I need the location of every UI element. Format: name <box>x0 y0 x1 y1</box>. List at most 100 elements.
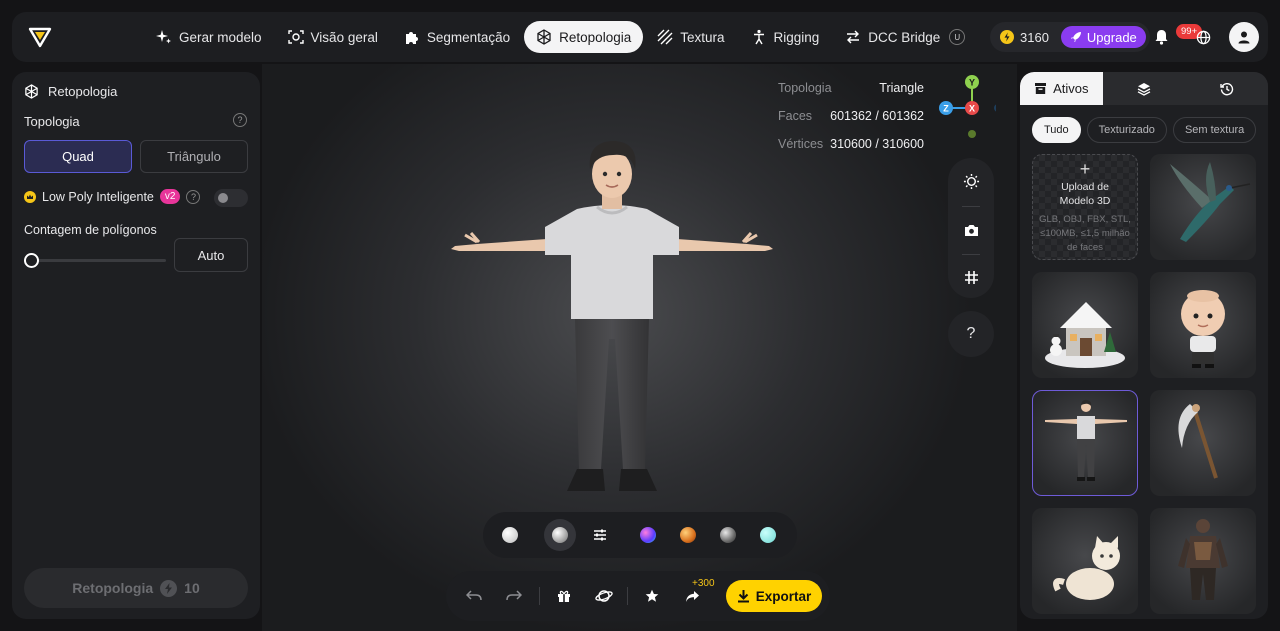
nav-textura[interactable]: Textura <box>645 21 736 53</box>
asset-card-scythe[interactable] <box>1150 390 1256 496</box>
grid-icon[interactable] <box>960 266 982 288</box>
user-avatar-icon[interactable] <box>1229 22 1259 52</box>
upload-3d-model-card[interactable]: + Upload de Modelo 3D GLB, OBJ, FBX, STL… <box>1032 154 1138 260</box>
filter-sem-textura[interactable]: Sem textura <box>1172 117 1257 143</box>
lowpoly-toggle[interactable] <box>214 189 248 207</box>
metal-material-swatch[interactable] <box>720 527 736 543</box>
layers-icon <box>1137 82 1151 96</box>
run-label: Retopologia <box>72 580 154 596</box>
asset-card-baby-character[interactable] <box>1150 272 1256 378</box>
sparkle-icon <box>156 30 171 44</box>
rig-person-icon <box>753 29 764 45</box>
version-badge: v2 <box>159 189 181 204</box>
asset-card-hummingbird[interactable] <box>1150 154 1256 260</box>
orange-material-swatch[interactable] <box>680 527 696 543</box>
planet-icon[interactable] <box>594 586 614 606</box>
upload-title: Upload de Modelo 3D <box>1059 181 1111 207</box>
export-button[interactable]: Exportar <box>726 580 822 612</box>
unreal-icon: U <box>949 29 966 45</box>
asset-card-t-pose-man[interactable] <box>1032 390 1138 496</box>
clay-material-swatch[interactable] <box>552 527 568 543</box>
quad-option-button[interactable]: Quad <box>24 140 132 173</box>
stat-vertices: Vértices 310600 / 310600 <box>778 130 924 158</box>
tab-ativos[interactable]: Ativos <box>1020 72 1103 105</box>
history-icon <box>1219 82 1233 95</box>
upgrade-button[interactable]: Upgrade <box>1060 26 1146 48</box>
polycount-slider-track[interactable] <box>26 259 166 262</box>
polycount-auto-button[interactable]: Auto <box>174 238 248 272</box>
mesh-stats: Topologia Triangle Faces 601362 / 601362… <box>778 74 924 158</box>
tab-label: Ativos <box>1053 81 1089 96</box>
redo-icon[interactable] <box>504 586 524 606</box>
crown-icon <box>24 190 36 203</box>
filter-texturizado[interactable]: Texturizado <box>1086 117 1167 143</box>
triangle-option-button[interactable]: Triângulo <box>140 140 248 173</box>
material-bar <box>483 512 797 558</box>
light-icon[interactable] <box>960 170 982 192</box>
cyan-material-swatch[interactable] <box>760 527 776 543</box>
axis-gizmo[interactable]: Y Z X <box>936 72 996 142</box>
credits-count: 3160 <box>1020 29 1049 45</box>
gift-icon[interactable] <box>554 586 574 606</box>
star-icon[interactable] <box>642 586 662 606</box>
run-retopology-button[interactable]: Retopologia 10 <box>24 568 248 608</box>
upgrade-label: Upgrade <box>1086 29 1137 45</box>
polycount-label: Contagem de polígonos <box>24 223 157 237</box>
asset-card-armored-warrior[interactable] <box>1150 508 1256 614</box>
topology-help-icon[interactable]: ? <box>233 113 247 127</box>
retopo-icon <box>537 29 551 45</box>
3d-viewport[interactable]: Topologia Triangle Faces 601362 / 601362… <box>262 64 1017 631</box>
retopo-icon <box>25 84 38 99</box>
undo-icon[interactable] <box>464 586 484 606</box>
stat-key: Vértices <box>778 137 824 151</box>
nav-label: Rigging <box>773 29 820 45</box>
credits-pill[interactable]: 3160 Upgrade <box>990 22 1150 52</box>
nav-label: Textura <box>680 29 725 45</box>
plus-icon: + <box>1079 159 1091 179</box>
help-button[interactable]: ? <box>948 311 994 357</box>
export-label: Exportar <box>755 588 812 604</box>
lowpoly-row: Low Poly Inteligente v2 ? <box>24 189 248 207</box>
asset-card-cat[interactable] <box>1032 508 1138 614</box>
sliders-icon[interactable] <box>592 527 608 543</box>
logo-icon[interactable] <box>26 23 54 51</box>
nav-segmentacao[interactable]: Segmentação <box>392 21 522 53</box>
nav-rigging[interactable]: Rigging <box>739 21 832 53</box>
upload-hint: GLB, OBJ, FBX, STL, ≤100MB, ≤1,5 milhão … <box>1039 214 1131 253</box>
nav-visao-geral[interactable]: Visão geral <box>276 21 390 53</box>
assets-tabs: Ativos <box>1020 72 1268 105</box>
bridge-icon <box>847 30 860 44</box>
character-model[interactable] <box>447 139 777 499</box>
stat-value: 601362 / 601362 <box>830 109 924 123</box>
box-icon <box>1035 83 1047 94</box>
nav-label: Gerar modelo <box>179 29 262 45</box>
scan-icon <box>287 30 304 44</box>
nav-gerar-modelo[interactable]: Gerar modelo <box>144 21 274 53</box>
tab-layers[interactable] <box>1103 72 1186 105</box>
tab-history[interactable] <box>1185 72 1268 105</box>
white-material-swatch[interactable] <box>502 527 518 543</box>
asset-grid: + Upload de Modelo 3D GLB, OBJ, FBX, STL… <box>1032 154 1256 614</box>
nav-label: Retopologia <box>559 29 632 45</box>
normal-material-swatch[interactable] <box>640 527 656 543</box>
stat-value: 310600 / 310600 <box>830 137 924 151</box>
top-bar: Gerar modelo Visão geral Segmentação Ret… <box>12 12 1268 62</box>
asset-card-snow-house[interactable] <box>1032 272 1138 378</box>
bell-icon[interactable] <box>1146 22 1176 52</box>
run-cost: 10 <box>184 580 200 596</box>
globe-icon[interactable] <box>1188 22 1218 52</box>
nav-retopologia[interactable]: Retopologia <box>524 21 644 53</box>
camera-icon[interactable] <box>960 219 982 241</box>
main-nav: Gerar modelo Visão geral Segmentação Ret… <box>144 21 977 53</box>
nav-dcc-bridge[interactable]: DCC Bridge U <box>833 21 977 53</box>
lowpoly-help-icon[interactable]: ? <box>186 189 201 204</box>
filter-tudo[interactable]: Tudo <box>1032 117 1081 143</box>
texture-icon <box>657 29 673 45</box>
share-icon[interactable] <box>682 586 702 606</box>
y-axis-label: Y <box>969 78 975 88</box>
polycount-slider-handle[interactable] <box>24 253 39 268</box>
assets-panel: Ativos Tudo Texturizado Sem textura + Up… <box>1020 72 1268 619</box>
rocket-icon <box>1070 32 1081 42</box>
nav-label: Segmentação <box>426 29 511 45</box>
stat-topology: Topologia Triangle <box>778 74 924 102</box>
